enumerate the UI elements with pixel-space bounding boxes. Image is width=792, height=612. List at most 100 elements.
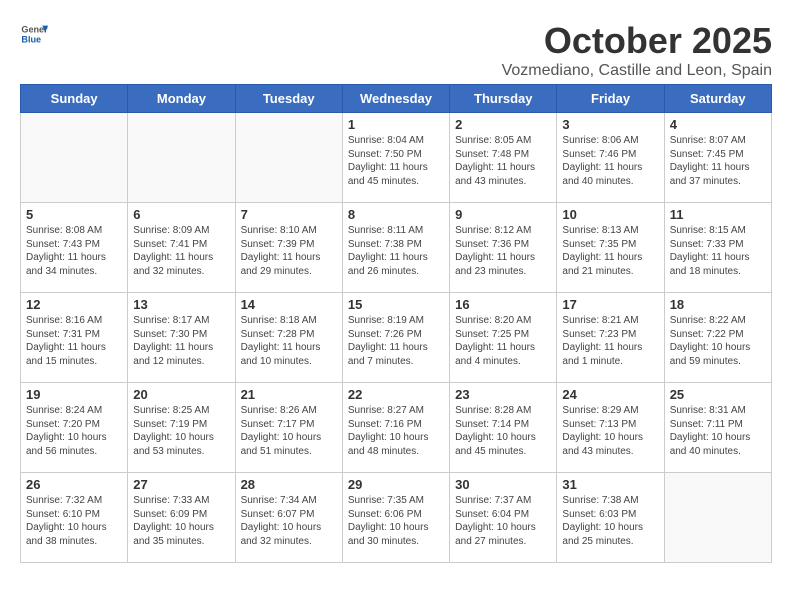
calendar-cell: 25 Sunrise: 8:31 AM Sunset: 7:11 PM Dayli… — [664, 383, 771, 473]
day-number: 15 — [348, 297, 444, 312]
calendar-cell: 21 Sunrise: 8:26 AM Sunset: 7:17 PM Dayli… — [235, 383, 342, 473]
day-info: Sunrise: 8:26 AM Sunset: 7:17 PM Dayligh… — [241, 404, 337, 458]
week-row: 26 Sunrise: 7:32 AM Sunset: 6:10 PM Dayli… — [21, 473, 772, 563]
day-info: Sunrise: 8:27 AM Sunset: 7:16 PM Dayligh… — [348, 404, 444, 458]
day-info: Sunrise: 7:37 AM Sunset: 6:04 PM Dayligh… — [455, 494, 551, 548]
location-title: Vozmediano, Castille and Leon, Spain — [502, 62, 772, 80]
day-info: Sunrise: 8:16 AM Sunset: 7:31 PM Dayligh… — [26, 314, 122, 368]
week-row: 5 Sunrise: 8:08 AM Sunset: 7:43 PM Daylig… — [21, 203, 772, 293]
calendar-cell: 6 Sunrise: 8:09 AM Sunset: 7:41 PM Daylig… — [128, 203, 235, 293]
weekday-header: Monday — [128, 85, 235, 113]
calendar-cell: 28 Sunrise: 7:34 AM Sunset: 6:07 PM Dayli… — [235, 473, 342, 563]
weekday-header: Sunday — [21, 85, 128, 113]
calendar-cell: 29Sunrise: 7:35 AM Sunset: 6:06 PM Dayli… — [342, 473, 449, 563]
day-info: Sunrise: 8:06 AM Sunset: 7:46 PM Dayligh… — [562, 134, 658, 188]
calendar-cell: 8 Sunrise: 8:11 AM Sunset: 7:38 PM Daylig… — [342, 203, 449, 293]
calendar-cell: 19Sunrise: 8:24 AM Sunset: 7:20 PM Dayli… — [21, 383, 128, 473]
calendar-cell: 23Sunrise: 8:28 AM Sunset: 7:14 PM Dayli… — [450, 383, 557, 473]
calendar-cell: 1 Sunrise: 8:04 AM Sunset: 7:50 PM Daylig… — [342, 113, 449, 203]
calendar-cell: 27 Sunrise: 7:33 AM Sunset: 6:09 PM Dayli… — [128, 473, 235, 563]
calendar-cell: 30 Sunrise: 7:37 AM Sunset: 6:04 PM Dayli… — [450, 473, 557, 563]
day-info: Sunrise: 8:22 AM Sunset: 7:22 PM Dayligh… — [670, 314, 766, 368]
calendar-cell: 24 Sunrise: 8:29 AM Sunset: 7:13 PM Dayli… — [557, 383, 664, 473]
logo: General Blue — [20, 20, 50, 48]
calendar-table: SundayMondayTuesdayWednesdayThursdayFrid… — [20, 84, 772, 563]
calendar-cell: 2 Sunrise: 8:05 AM Sunset: 7:48 PM Daylig… — [450, 113, 557, 203]
day-number: 8 — [348, 207, 444, 222]
day-number: 16 — [455, 297, 551, 312]
day-number: 5 — [26, 207, 122, 222]
day-info: Sunrise: 8:28 AM Sunset: 7:14 PM Dayligh… — [455, 404, 551, 458]
weekday-header: Thursday — [450, 85, 557, 113]
calendar-cell: 14 Sunrise: 8:18 AM Sunset: 7:28 PM Dayli… — [235, 293, 342, 383]
calendar-cell: 12 Sunrise: 8:16 AM Sunset: 7:31 PM Dayli… — [21, 293, 128, 383]
calendar-cell: 9Sunrise: 8:12 AM Sunset: 7:36 PM Daylig… — [450, 203, 557, 293]
day-info: Sunrise: 8:25 AM Sunset: 7:19 PM Dayligh… — [133, 404, 229, 458]
day-number: 28 — [241, 477, 337, 492]
day-number: 3 — [562, 117, 658, 132]
day-info: Sunrise: 8:31 AM Sunset: 7:11 PM Dayligh… — [670, 404, 766, 458]
day-info: Sunrise: 7:35 AM Sunset: 6:06 PM Dayligh… — [348, 494, 444, 548]
day-number: 18 — [670, 297, 766, 312]
calendar-cell — [664, 473, 771, 563]
day-info: Sunrise: 8:05 AM Sunset: 7:48 PM Dayligh… — [455, 134, 551, 188]
day-number: 24 — [562, 387, 658, 402]
calendar-cell — [21, 113, 128, 203]
day-info: Sunrise: 8:08 AM Sunset: 7:43 PM Dayligh… — [26, 224, 122, 278]
day-number: 6 — [133, 207, 229, 222]
calendar-cell: 15Sunrise: 8:19 AM Sunset: 7:26 PM Dayli… — [342, 293, 449, 383]
day-info: Sunrise: 8:29 AM Sunset: 7:13 PM Dayligh… — [562, 404, 658, 458]
day-info: Sunrise: 8:21 AM Sunset: 7:23 PM Dayligh… — [562, 314, 658, 368]
day-number: 2 — [455, 117, 551, 132]
day-info: Sunrise: 8:13 AM Sunset: 7:35 PM Dayligh… — [562, 224, 658, 278]
day-number: 27 — [133, 477, 229, 492]
day-number: 4 — [670, 117, 766, 132]
weekday-header: Saturday — [664, 85, 771, 113]
day-number: 17 — [562, 297, 658, 312]
weekday-header: Tuesday — [235, 85, 342, 113]
calendar-cell: 18 Sunrise: 8:22 AM Sunset: 7:22 PM Dayli… — [664, 293, 771, 383]
weekday-header-row: SundayMondayTuesdayWednesdayThursdayFrid… — [21, 85, 772, 113]
day-info: Sunrise: 8:04 AM Sunset: 7:50 PM Dayligh… — [348, 134, 444, 188]
calendar-cell: 17 Sunrise: 8:21 AM Sunset: 7:23 PM Dayli… — [557, 293, 664, 383]
calendar-cell: 3 Sunrise: 8:06 AM Sunset: 7:46 PM Daylig… — [557, 113, 664, 203]
week-row: 1 Sunrise: 8:04 AM Sunset: 7:50 PM Daylig… — [21, 113, 772, 203]
calendar-cell: 13 Sunrise: 8:17 AM Sunset: 7:30 PM Dayli… — [128, 293, 235, 383]
week-row: 12 Sunrise: 8:16 AM Sunset: 7:31 PM Dayli… — [21, 293, 772, 383]
day-number: 21 — [241, 387, 337, 402]
day-number: 25 — [670, 387, 766, 402]
day-info: Sunrise: 8:15 AM Sunset: 7:33 PM Dayligh… — [670, 224, 766, 278]
calendar-cell: 10 Sunrise: 8:13 AM Sunset: 7:35 PM Dayli… — [557, 203, 664, 293]
day-number: 22 — [348, 387, 444, 402]
day-number: 19 — [26, 387, 122, 402]
month-title: October 2025 — [502, 20, 772, 62]
day-info: Sunrise: 8:17 AM Sunset: 7:30 PM Dayligh… — [133, 314, 229, 368]
day-number: 26 — [26, 477, 122, 492]
day-number: 12 — [26, 297, 122, 312]
calendar-cell: 11 Sunrise: 8:15 AM Sunset: 7:33 PM Dayli… — [664, 203, 771, 293]
day-number: 10 — [562, 207, 658, 222]
day-info: Sunrise: 7:33 AM Sunset: 6:09 PM Dayligh… — [133, 494, 229, 548]
day-info: Sunrise: 7:32 AM Sunset: 6:10 PM Dayligh… — [26, 494, 122, 548]
calendar-cell: 4 Sunrise: 8:07 AM Sunset: 7:45 PM Daylig… — [664, 113, 771, 203]
day-info: Sunrise: 8:07 AM Sunset: 7:45 PM Dayligh… — [670, 134, 766, 188]
day-number: 30 — [455, 477, 551, 492]
calendar-cell — [235, 113, 342, 203]
day-info: Sunrise: 7:34 AM Sunset: 6:07 PM Dayligh… — [241, 494, 337, 548]
day-number: 13 — [133, 297, 229, 312]
day-info: Sunrise: 8:09 AM Sunset: 7:41 PM Dayligh… — [133, 224, 229, 278]
day-number: 1 — [348, 117, 444, 132]
day-info: Sunrise: 8:20 AM Sunset: 7:25 PM Dayligh… — [455, 314, 551, 368]
day-info: Sunrise: 8:11 AM Sunset: 7:38 PM Dayligh… — [348, 224, 444, 278]
day-number: 14 — [241, 297, 337, 312]
week-row: 19Sunrise: 8:24 AM Sunset: 7:20 PM Dayli… — [21, 383, 772, 473]
day-number: 11 — [670, 207, 766, 222]
calendar-cell: 31Sunrise: 7:38 AM Sunset: 6:03 PM Dayli… — [557, 473, 664, 563]
day-info: Sunrise: 8:18 AM Sunset: 7:28 PM Dayligh… — [241, 314, 337, 368]
title-block: October 2025 Vozmediano, Castille and Le… — [502, 20, 772, 80]
day-info: Sunrise: 7:38 AM Sunset: 6:03 PM Dayligh… — [562, 494, 658, 548]
calendar-cell: 16 Sunrise: 8:20 AM Sunset: 7:25 PM Dayli… — [450, 293, 557, 383]
calendar-cell: 5 Sunrise: 8:08 AM Sunset: 7:43 PM Daylig… — [21, 203, 128, 293]
day-number: 7 — [241, 207, 337, 222]
day-info: Sunrise: 8:10 AM Sunset: 7:39 PM Dayligh… — [241, 224, 337, 278]
